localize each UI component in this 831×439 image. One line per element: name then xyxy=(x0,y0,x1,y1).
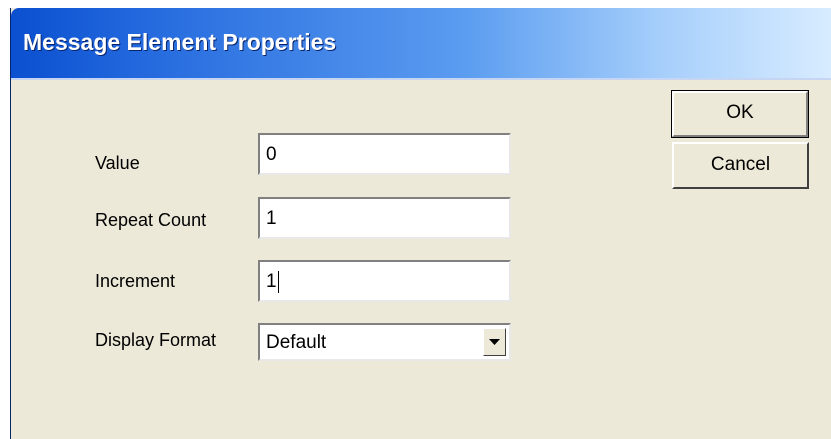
dialog-window: Message Element Properties Value 0 Repea… xyxy=(10,8,831,439)
value-input[interactable]: 0 xyxy=(258,133,511,175)
value-label: Value xyxy=(95,153,140,173)
repeat-count-label: Repeat Count xyxy=(95,210,207,230)
page: Message Element Properties Value 0 Repea… xyxy=(0,0,831,439)
repeat-count-input-text: 1 xyxy=(266,208,277,229)
increment-label: Increment xyxy=(95,271,176,291)
chevron-down-icon xyxy=(489,339,500,345)
repeat-count-input[interactable]: 1 xyxy=(258,197,511,239)
title-bar-divider xyxy=(11,78,831,80)
ok-button-label: OK xyxy=(726,102,754,123)
window-title: Message Element Properties xyxy=(23,29,337,55)
cancel-button[interactable]: Cancel xyxy=(672,142,809,189)
increment-input[interactable]: 1 xyxy=(258,260,511,302)
increment-input-text: 1 xyxy=(266,271,277,292)
ok-button[interactable]: OK xyxy=(671,90,809,138)
title-bar[interactable]: Message Element Properties xyxy=(11,8,831,78)
display-format-dropdown-button[interactable] xyxy=(483,328,506,356)
display-format-select[interactable]: Default xyxy=(258,323,511,361)
cancel-button-label: Cancel xyxy=(710,154,771,175)
text-cursor xyxy=(277,270,279,293)
display-format-selected: Default xyxy=(266,332,327,353)
display-format-label: Display Format xyxy=(95,330,217,350)
value-input-text: 0 xyxy=(266,144,277,165)
